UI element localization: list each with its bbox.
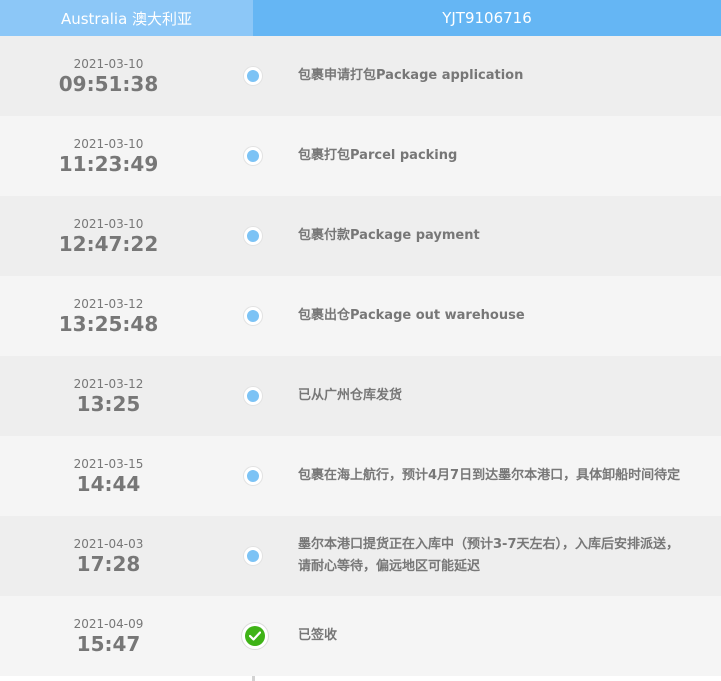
event-timestamp: 2021-03-15 14:44 [0,436,217,516]
timeline-dot-icon [244,147,262,165]
event-time: 13:25:48 [58,311,159,336]
tracking-header: Australia 澳大利亚 YJT9106716 [0,0,721,36]
event-timestamp: 2021-04-09 15:47 [0,596,217,676]
event-date: 2021-03-10 [73,216,144,231]
event-timestamp: 2021-03-12 13:25 [0,356,217,436]
timeline-event: 2021-04-09 15:47 已签收 [0,596,721,676]
event-date: 2021-03-15 [73,456,144,471]
event-description: 墨尔本港口提货正在入库中（预计3-7天左右），入库后安排派送，请耐心等待，偏远地… [298,537,679,574]
timeline-event: 2021-04-03 17:28 墨尔本港口提货正在入库中（预计3-7天左右），… [0,516,721,596]
event-date: 2021-03-12 [73,376,144,391]
timeline-dot-icon [244,467,262,485]
timeline-event: 2021-03-10 12:47:22 包裹付款Package payment [0,196,721,276]
timeline-dot-icon [244,387,262,405]
event-timestamp: 2021-03-10 09:51:38 [0,36,217,116]
event-time: 11:23:49 [58,151,159,176]
event-date: 2021-03-10 [73,56,144,71]
timeline-dot-icon [244,547,262,565]
timeline-dot-icon [244,307,262,325]
event-description: 包裹付款Package payment [298,228,480,243]
event-description: 包裹打包Parcel packing [298,148,458,163]
event-timestamp: 2021-03-12 13:25:48 [0,276,217,356]
timeline-dot-icon [244,227,262,245]
event-time: 14:44 [76,471,141,496]
tracking-number: YJT9106716 [253,0,721,36]
event-description: 包裹出仓Package out warehouse [298,308,525,323]
event-timestamp: 2021-03-10 11:23:49 [0,116,217,196]
timeline-event: 2021-03-15 14:44 包裹在海上航行，预计4月7日到达墨尔本港口，具… [0,436,721,516]
check-circle-icon [245,626,265,646]
event-date: 2021-04-09 [73,616,144,631]
event-description: 已从广州仓库发货 [298,388,403,403]
timeline-event: 2021-03-10 11:23:49 包裹打包Parcel packing [0,116,721,196]
event-date: 2021-03-10 [73,136,144,151]
destination-country: Australia 澳大利亚 [0,0,253,36]
tracking-panel: Australia 澳大利亚 YJT9106716 2021-03-10 09:… [0,0,721,681]
event-description: 已签收 [298,628,338,643]
timeline: 2021-03-10 09:51:38 包裹申请打包Package applic… [0,36,721,681]
timeline-event: 2021-03-12 13:25 已从广州仓库发货 [0,356,721,436]
timeline-event: 2021-03-10 09:51:38 包裹申请打包Package applic… [0,36,721,116]
event-timestamp: 2021-03-10 12:47:22 [0,196,217,276]
delivered-check-icon [241,622,269,650]
event-description: 包裹在海上航行，预计4月7日到达墨尔本港口，具体卸船时间待定 [298,468,681,483]
event-time: 09:51:38 [58,71,159,96]
event-time: 13:25 [76,391,141,416]
timeline-event: 2021-03-12 13:25:48 包裹出仓Package out ware… [0,276,721,356]
timeline-dot-icon [244,67,262,85]
event-timestamp: 2021-04-03 17:28 [0,516,217,596]
event-time: 12:47:22 [58,231,159,256]
event-time: 15:47 [76,631,141,656]
checkmark-icon [249,631,261,641]
event-description: 包裹申请打包Package application [298,68,524,83]
event-time: 17:28 [76,551,141,576]
event-date: 2021-03-12 [73,296,144,311]
event-date: 2021-04-03 [73,536,144,551]
